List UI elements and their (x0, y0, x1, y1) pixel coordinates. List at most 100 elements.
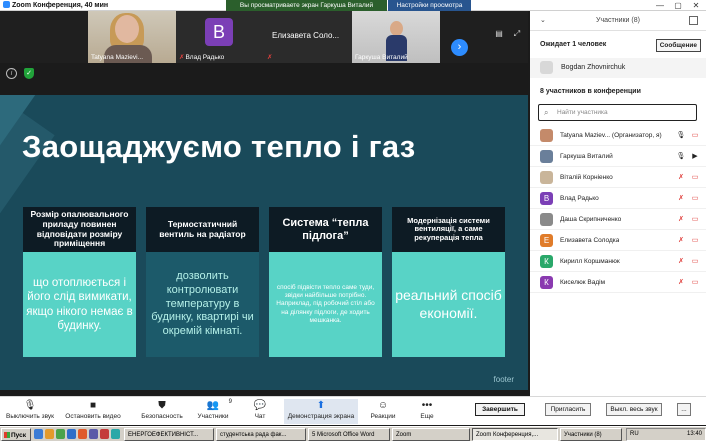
mic-muted-icon: ✗ (678, 216, 684, 223)
invite-button[interactable]: Пригласить (545, 403, 591, 416)
participant-row[interactable]: Даша Скрипниченко ✗ ▭ (530, 209, 706, 230)
in-conference-label: 8 участников в конференции (540, 88, 641, 95)
participant-row[interactable]: Гаркуша Виталий 🎙 ▶ (530, 146, 706, 167)
more-dots-icon: ••• (421, 400, 433, 411)
participant-name: Tatyana Maziev... (Организатор, я) (560, 132, 662, 139)
participant-name: Кирилл Коршманюк (560, 258, 620, 265)
participants-panel: ⌄ Участники (8) Ожидает 1 человек Сообще… (530, 11, 706, 396)
popout-icon[interactable] (689, 16, 698, 25)
taskbar-item[interactable]: Участники (8) (560, 428, 622, 441)
search-input[interactable]: ⌕ Найти участника (538, 104, 697, 121)
shield-icon[interactable]: ✓ (24, 68, 34, 79)
taskbar-item[interactable]: 5 Microsoft Office Word (308, 428, 390, 441)
end-meeting-button[interactable]: Завершить (475, 403, 525, 416)
avatar (540, 213, 553, 226)
video-off-icon: ▭ (691, 216, 699, 223)
avatar (540, 61, 553, 74)
message-button[interactable]: Сообщение (655, 39, 701, 52)
maximize-button[interactable]: ▢ (670, 0, 686, 11)
mic-muted-icon: ✗ (179, 54, 185, 61)
fullscreen-icon[interactable]: ⤢ (512, 29, 522, 39)
card-body: дозволить контролювати температуру в буд… (146, 252, 259, 357)
window-title-text: Zoom Конференция, 40 мин (12, 2, 109, 9)
quicklaunch-icon[interactable] (67, 429, 76, 439)
share-screen-button[interactable]: ⬆ Демонстрация экрана (284, 399, 358, 424)
windows-taskbar: Пуск ЕНЕРГОЕФЕКТИВНІСТ... студентська ра… (0, 426, 706, 441)
mute-button[interactable]: 🎙 Выключить звук (2, 399, 58, 424)
start-button[interactable]: Пуск (1, 428, 31, 441)
slide-card: Система “тепла підлога” спосіб підвісти … (269, 207, 382, 357)
chat-icon: 💬 (253, 400, 267, 411)
more-button[interactable]: ••• Еще (412, 399, 442, 424)
view-options-button[interactable]: Настройки просмотра (388, 0, 471, 11)
waiting-participant[interactable]: Bogdan Zhovnirchuk (530, 58, 706, 78)
participant-row[interactable]: Tatyana Maziev... (Организатор, я) 🎙 ▭ (530, 125, 706, 146)
video-off-icon: ▭ (691, 132, 699, 139)
share-banner: Вы просматриваете экран Гаркуша Виталий (226, 0, 387, 11)
quicklaunch-icon[interactable] (100, 429, 109, 439)
chat-button[interactable]: 💬 Чат (244, 399, 276, 424)
share-screen-icon: ⬆ (316, 400, 326, 411)
card-body: реальний спосіб економії. (392, 252, 505, 357)
quicklaunch-icon[interactable] (78, 429, 87, 439)
quicklaunch-icon[interactable] (45, 429, 54, 439)
taskbar-item[interactable]: ЕНЕРГОЕФЕКТИВНІСТ... (124, 428, 214, 441)
quicklaunch-icon[interactable] (89, 429, 98, 439)
language-indicator[interactable]: RU (630, 429, 639, 440)
meeting-info-row: i ✓ (0, 63, 528, 85)
taskbar-item[interactable]: Zoom Конференция,... (472, 428, 558, 441)
video-tile-tatyana[interactable]: Tatyana Mazievi... (88, 11, 176, 63)
mute-label: Выключить звук (5, 413, 55, 420)
card-body: спосіб підвісти тепло саме туди, звідки … (269, 252, 382, 357)
participants-count: 9 (228, 399, 232, 405)
gallery-view-icon[interactable]: ▤ (494, 29, 504, 39)
participants-button[interactable]: 👥 9 Участники (192, 399, 234, 424)
info-icon[interactable]: i (6, 68, 17, 79)
tile-name: Tatyana Mazievi... (91, 54, 144, 61)
participant-row[interactable]: Е Елизавета Солодка ✗ ▭ (530, 230, 706, 251)
chevron-right-icon[interactable]: › (451, 39, 468, 56)
participant-row[interactable]: Віталій Корніенко ✗ ▭ (530, 167, 706, 188)
participants-label: Участники (197, 413, 229, 420)
reactions-button[interactable]: ☺ Реакции (364, 399, 402, 424)
taskbar-item[interactable]: студентська рада фак... (216, 428, 306, 441)
quicklaunch-icon[interactable] (56, 429, 65, 439)
window-title: Zoom Конференция, 40 мин (3, 0, 108, 11)
search-icon: ⌕ (544, 108, 549, 117)
microphone-icon: 🎙 (23, 400, 37, 411)
mic-muted-icon: ✗ (678, 258, 684, 265)
participant-name: Влад Радько (560, 195, 599, 202)
video-tile-garkusha[interactable]: Гаркуша Виталий (352, 11, 440, 63)
participant-row[interactable]: В Влад Радько ✗ ▭ (530, 188, 706, 209)
clock: 13:40 (686, 431, 702, 437)
panel-more-button[interactable]: ... (677, 403, 691, 416)
video-tile-elizaveta[interactable]: Елизавета Соло... ✗ (264, 11, 352, 63)
tile-center-name: Елизавета Соло... (272, 31, 340, 40)
avatar: К (540, 276, 553, 289)
mic-muted-icon: ✗ (267, 54, 273, 61)
quicklaunch-icon[interactable] (34, 429, 43, 439)
shared-slide: Заощаджуємо тепло і газ Розмір опалюваль… (0, 95, 528, 390)
mute-all-button[interactable]: Выкл. весь звук (606, 403, 662, 416)
minimize-button[interactable]: — (652, 0, 668, 11)
security-button[interactable]: ⛊ Безопасность (136, 399, 188, 424)
video-off-icon: ▭ (691, 258, 699, 265)
waiting-label: Ожидает 1 человек (540, 41, 607, 48)
tile-name: Гаркуша Виталий (355, 54, 408, 61)
taskbar-item[interactable]: Zoom (392, 428, 470, 441)
close-button[interactable]: ✕ (688, 0, 704, 11)
stop-video-button[interactable]: ■ Остановить видео (60, 399, 126, 424)
slide-card: Термостатичний вентиль на радіатор дозво… (146, 207, 259, 357)
video-tile-vlad[interactable]: B ✗Влад Радько (176, 11, 264, 63)
video-off-icon: ▭ (691, 174, 699, 181)
video-camera-icon: ■ (89, 400, 97, 411)
waiting-name: Bogdan Zhovnirchuk (561, 64, 626, 71)
participant-row[interactable]: К Кирилл Коршманюк ✗ ▭ (530, 251, 706, 272)
slide-card: Розмір опалювального приладу повинен від… (23, 207, 136, 357)
slide-card: Модернізація системи вентиляції, а саме … (392, 207, 505, 357)
participant-name: Елизавета Солодка (560, 237, 620, 244)
mic-muted-icon: ✗ (678, 195, 684, 202)
quicklaunch-icon[interactable] (111, 429, 120, 439)
meeting-toolbar: 🎙 Выключить звук ■ Остановить видео ⛊ Бе… (0, 396, 706, 425)
participant-row[interactable]: К Киселюк Вадім ✗ ▭ (530, 272, 706, 293)
